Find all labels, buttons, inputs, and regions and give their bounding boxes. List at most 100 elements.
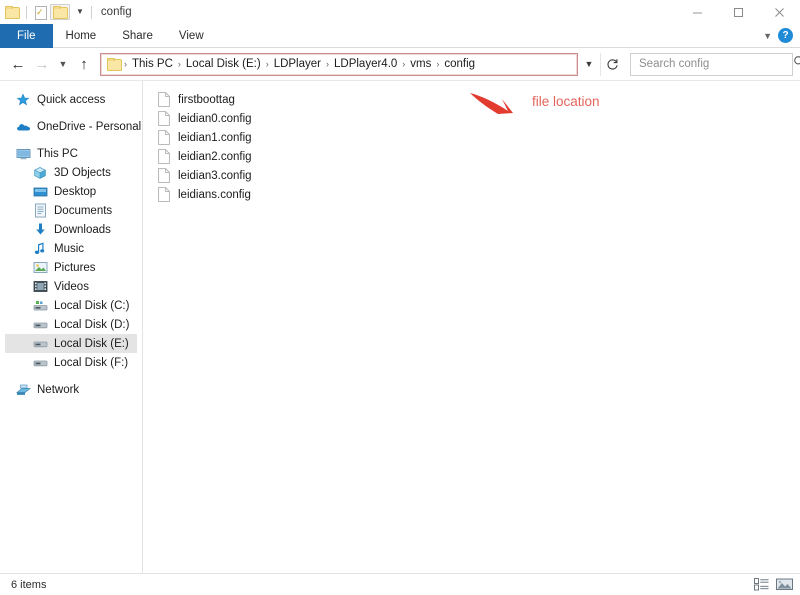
sidebar-item-label: Downloads [54,224,111,236]
list-item[interactable]: leidian0.config [157,109,800,128]
sidebar-item-local-disk-d[interactable]: Local Disk (D:) [5,315,137,334]
file-list-pane[interactable]: firstboottag leidian0.config leidian1.co… [143,81,800,573]
breadcrumb[interactable]: › This PC › Local Disk (E:) › LDPlayer ›… [100,53,578,76]
forward-button[interactable]: → [30,51,54,77]
search-box[interactable] [630,53,793,76]
file-icon [157,130,171,146]
explorer-body: Quick access OneDrive - Personal This PC… [0,80,800,573]
tab-view[interactable]: View [166,24,217,48]
minimize-button[interactable] [677,0,718,24]
recent-locations-icon[interactable]: ▼ [54,51,72,77]
file-name: leidians.config [178,189,251,201]
path-folder-icon [107,58,121,70]
sidebar-item-label: Pictures [54,262,96,274]
navigation-pane: Quick access OneDrive - Personal This PC… [0,81,143,573]
view-toggle-group [752,576,794,593]
file-name: leidian0.config [178,113,252,125]
file-name: leidian3.config [178,170,252,182]
close-button[interactable] [759,0,800,24]
search-icon[interactable] [793,55,800,73]
drive-icon [32,317,48,333]
sidebar-item-label: 3D Objects [54,167,111,179]
sidebar-item-label: Videos [54,281,89,293]
back-button[interactable]: ← [6,51,30,77]
documents-icon [32,203,48,219]
drive-icon [32,355,48,371]
sidebar-item-label: Music [54,243,84,255]
sidebar-item-videos[interactable]: Videos [5,277,137,296]
toolbar-divider [26,6,27,19]
monitor-icon [15,146,31,162]
tab-file[interactable]: File [0,24,53,48]
breadcrumb-item-vms[interactable]: vms [406,58,435,70]
cube-icon [32,165,48,181]
new-folder-button[interactable] [50,4,70,20]
file-name: firstboottag [178,94,235,106]
sidebar-item-desktop[interactable]: Desktop [5,182,137,201]
customize-caret-icon[interactable]: ▼ [76,8,84,16]
chevron-down-icon[interactable]: ▼ [763,31,772,41]
sidebar-item-label: OneDrive - Personal [37,121,141,133]
list-item[interactable]: leidian3.config [157,166,800,185]
breadcrumb-item-local-disk-e[interactable]: Local Disk (E:) [182,58,265,70]
video-icon [32,279,48,295]
sidebar-item-music[interactable]: Music [5,239,137,258]
sidebar-item-onedrive[interactable]: OneDrive - Personal [5,117,137,136]
tab-share[interactable]: Share [109,24,166,48]
file-icon [157,187,171,203]
breadcrumb-item-this-pc[interactable]: This PC [128,58,177,70]
sidebar-item-pictures[interactable]: Pictures [5,258,137,277]
sidebar-item-local-disk-e[interactable]: Local Disk (E:) [5,334,137,353]
sidebar-item-quick-access[interactable]: Quick access [5,90,137,109]
window-title: config [101,6,132,18]
search-input[interactable] [639,58,793,70]
breadcrumb-item-ldplayer[interactable]: LDPlayer [270,58,325,70]
sidebar-item-label: This PC [37,148,78,160]
sidebar-item-label: Quick access [37,94,105,106]
details-view-button[interactable] [752,576,771,593]
sidebar-item-label: Documents [54,205,112,217]
tab-home[interactable]: Home [53,24,110,48]
file-icon [157,168,171,184]
folder-icon [5,6,19,18]
help-icon[interactable]: ? [778,28,793,43]
sidebar-item-3d-objects[interactable]: 3D Objects [5,163,137,182]
file-icon [157,149,171,165]
properties-icon[interactable] [34,6,46,19]
cloud-icon [15,119,31,135]
file-explorer-window: ▼ config File Home Share View ▼ ? ← → [0,0,800,595]
sidebar-item-label: Local Disk (C:) [54,300,129,312]
quick-access-toolbar: ▼ [5,4,95,20]
new-folder-icon [53,6,67,18]
file-name: leidian2.config [178,151,252,163]
sidebar-item-network[interactable]: Network [5,380,137,399]
maximize-button[interactable] [718,0,759,24]
window-controls [677,0,800,24]
breadcrumb-item-config[interactable]: config [440,58,479,70]
ribbon-right-controls: ▼ ? [763,24,800,47]
sidebar-item-downloads[interactable]: Downloads [5,220,137,239]
sidebar-item-local-disk-f[interactable]: Local Disk (F:) [5,353,137,372]
refresh-icon[interactable] [600,53,624,76]
sidebar-item-local-disk-c[interactable]: Local Disk (C:) [5,296,137,315]
address-bar-tools: ▼ [578,53,624,76]
star-icon [15,92,31,108]
address-bar: ← → ▼ ↑ › This PC › Local Disk (E:) › LD… [0,48,800,80]
list-item[interactable]: firstboottag [157,90,800,109]
list-item[interactable]: leidians.config [157,185,800,204]
list-item[interactable]: leidian2.config [157,147,800,166]
sidebar-item-documents[interactable]: Documents [5,201,137,220]
drive-icon [32,336,48,352]
sidebar-item-label: Local Disk (F:) [54,357,128,369]
file-icon [157,92,171,108]
previous-locations-icon[interactable]: ▼ [578,53,600,76]
list-item[interactable]: leidian1.config [157,128,800,147]
sidebar-item-label: Local Disk (E:) [54,338,129,350]
large-icons-view-button[interactable] [775,576,794,593]
breadcrumb-item-ldplayer40[interactable]: LDPlayer4.0 [330,58,401,70]
title-bar: ▼ config [0,0,800,24]
sidebar-item-label: Desktop [54,186,96,198]
up-button[interactable]: ↑ [72,51,96,77]
status-bar: 6 items [0,573,800,595]
sidebar-item-this-pc[interactable]: This PC [5,144,137,163]
